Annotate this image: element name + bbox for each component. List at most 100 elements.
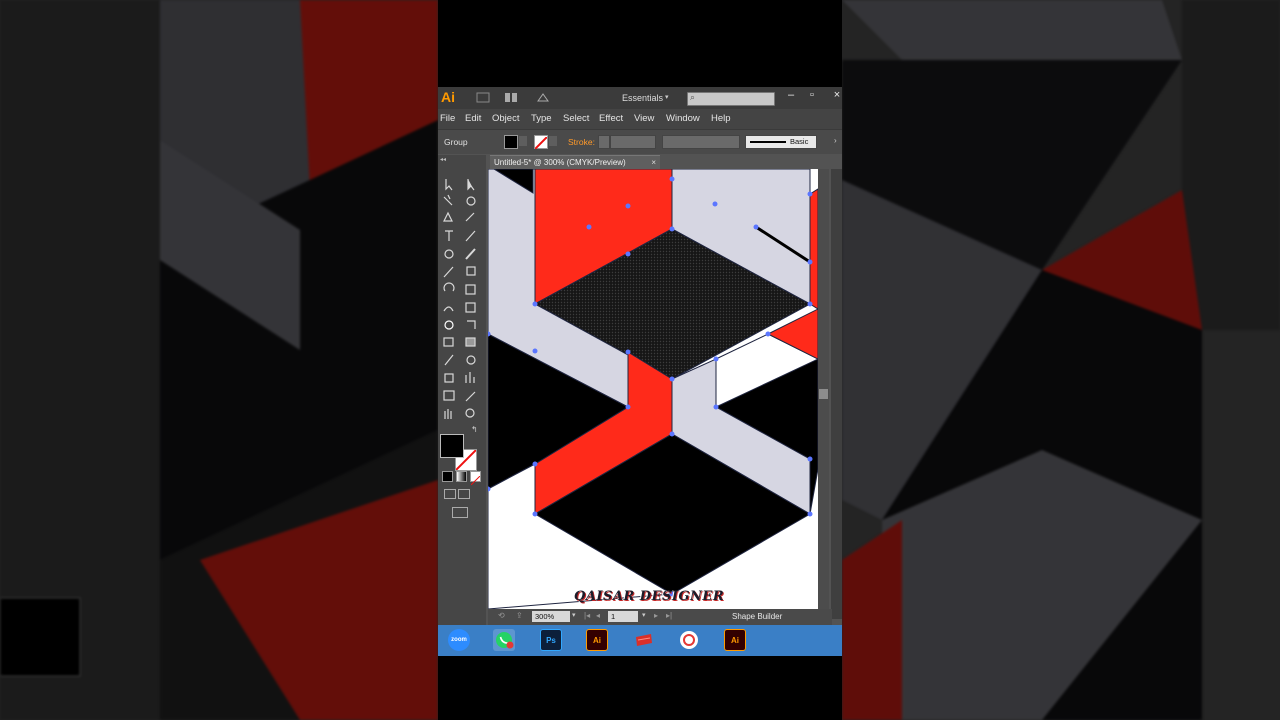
right-panel-dock[interactable] <box>831 169 842 619</box>
close-icon[interactable]: × <box>830 89 842 101</box>
selection-tool-icon <box>445 179 453 191</box>
blend-tool-icon <box>466 355 476 365</box>
artboard-tool-icon <box>443 390 455 401</box>
menu-edit[interactable]: Edit <box>465 113 481 124</box>
last-artboard-icon[interactable]: ▸| <box>666 611 672 620</box>
os-taskbar: zoom Ps Ai Ai <box>438 625 842 656</box>
search-input[interactable]: ⌕ <box>687 92 775 106</box>
zoom-dropdown-icon[interactable]: ▾ <box>572 611 576 619</box>
right-red-edge <box>809 188 818 310</box>
share-icon[interactable]: ⇪ <box>516 611 523 620</box>
bridge-icon[interactable] <box>476 92 490 103</box>
arrange-documents-icon[interactable] <box>504 92 518 103</box>
workspace-switcher[interactable]: Essentials <box>622 93 663 103</box>
watermark-text: QAISAR DESIGNER <box>574 589 725 604</box>
scrollbar-thumb[interactable] <box>819 389 828 399</box>
screen-mode-icon[interactable] <box>452 507 468 518</box>
more-options-icon[interactable]: › <box>834 136 837 145</box>
brush-label: Basic <box>790 137 809 146</box>
pencil-tool-icon <box>443 266 454 278</box>
magic-wand-tool-icon <box>443 194 453 206</box>
stroke-dropdown[interactable] <box>549 136 557 146</box>
menu-window[interactable]: Window <box>666 113 700 124</box>
background-dim-right <box>842 0 1280 720</box>
control-bar: Group Stroke: Basic › <box>438 129 842 154</box>
free-transform-tool-icon <box>465 302 476 313</box>
menu-select[interactable]: Select <box>563 113 589 124</box>
artboard-number-field[interactable]: 1 <box>608 611 638 622</box>
menu-bar: File Edit Object Type Select Effect View… <box>438 109 842 129</box>
perspective-grid-tool-icon <box>467 320 476 329</box>
red-app-icon[interactable] <box>633 629 655 651</box>
tool-icons <box>443 179 476 419</box>
illustrator-active-app-icon[interactable]: Ai <box>724 629 746 651</box>
fill-color-swatch[interactable] <box>504 135 518 149</box>
eraser-tool-icon <box>466 266 476 276</box>
color-mode-icon[interactable] <box>442 471 453 482</box>
ellipse-tool-icon <box>444 249 454 259</box>
isometric-artwork[interactable] <box>488 169 818 609</box>
status-bar: ⟲ ⇪ 300% ▾ |◂ ◂ 1 ▾ ▸ ▸| Shape Builder <box>488 609 832 625</box>
previous-artboard-icon[interactable]: ◂ <box>596 611 600 620</box>
symbol-sprayer-tool-icon <box>444 373 454 383</box>
menu-help[interactable]: Help <box>711 113 731 124</box>
menu-type[interactable]: Type <box>531 113 552 124</box>
artboard-canvas[interactable] <box>488 169 818 609</box>
stroke-weight-field[interactable] <box>610 135 656 149</box>
swap-colors-icon[interactable]: ↰ <box>471 425 478 434</box>
chevron-down-icon[interactable]: ▾ <box>665 93 669 101</box>
document-tab[interactable]: Untitled-5* @ 300% (CMYK/Preview) × <box>490 155 660 169</box>
stroke-label[interactable]: Stroke: <box>568 137 595 147</box>
vertical-scrollbar[interactable] <box>818 169 829 609</box>
gradient-mode-icon[interactable] <box>456 471 467 482</box>
sync-icon[interactable] <box>536 92 550 103</box>
fill-dropdown[interactable] <box>519 136 527 146</box>
first-artboard-icon[interactable]: |◂ <box>584 611 590 620</box>
current-tool-label: Shape Builder <box>732 612 783 621</box>
eyedropper-tool-icon <box>444 354 454 366</box>
minimize-icon[interactable]: – <box>784 89 798 101</box>
scale-tool-icon <box>465 284 476 295</box>
app-logo: Ai <box>441 89 455 105</box>
lasso-tool-icon <box>466 196 476 206</box>
zoom-level-field[interactable]: 300% <box>532 611 570 622</box>
background-blur-right <box>842 0 1280 720</box>
curvature-tool-icon <box>465 212 475 222</box>
photoshop-app-icon[interactable]: Ps <box>540 629 562 651</box>
fill-color-box[interactable] <box>440 434 464 458</box>
panel-collapse-icon[interactable]: ◂◂ <box>440 156 446 163</box>
zoom-tool-icon <box>465 408 475 418</box>
rotate-view-icon[interactable]: ⟲ <box>498 611 505 620</box>
mesh-tool-icon <box>443 337 454 347</box>
selection-type-label: Group <box>444 137 468 147</box>
artwork-shapes <box>488 169 818 609</box>
stroke-color-swatch[interactable] <box>534 135 548 150</box>
shape-builder-tool-icon <box>444 320 454 330</box>
maximize-icon[interactable]: ▫ <box>805 89 819 101</box>
circle-app-icon[interactable] <box>678 629 700 651</box>
whatsapp-app-icon[interactable] <box>493 629 515 651</box>
document-title: Untitled-5* @ 300% (CMYK/Preview) <box>494 158 626 167</box>
menu-object[interactable]: Object <box>492 113 519 124</box>
draw-behind-icon[interactable] <box>458 489 470 499</box>
slice-tool-icon <box>465 391 476 402</box>
tools-panel: ◂◂ ↰ <box>438 155 486 635</box>
stroke-weight-stepper[interactable] <box>598 135 610 149</box>
draw-mode-icon[interactable] <box>444 489 456 499</box>
close-tab-icon[interactable]: × <box>651 156 656 170</box>
menu-effect[interactable]: Effect <box>599 113 623 124</box>
zoom-app-icon[interactable]: zoom <box>448 629 470 651</box>
menu-view[interactable]: View <box>634 113 654 124</box>
variable-width-field[interactable] <box>662 135 740 149</box>
next-artboard-icon[interactable]: ▸ <box>654 611 658 620</box>
none-mode-icon[interactable] <box>470 471 481 486</box>
brush-definition-dropdown[interactable]: Basic <box>745 135 817 149</box>
menu-file[interactable]: File <box>440 113 455 124</box>
artboard-dropdown-icon[interactable]: ▾ <box>642 611 646 619</box>
paintbrush-tool-icon <box>465 248 476 260</box>
hand-tool-icon <box>444 409 452 419</box>
illustrator-window: Ai Essentials ▾ ⌕ – ▫ × File Edit Object… <box>438 87 842 656</box>
illustrator-app-icon[interactable]: Ai <box>586 629 608 651</box>
search-icon: ⌕ <box>690 92 696 102</box>
no-stroke-icon <box>534 136 548 150</box>
